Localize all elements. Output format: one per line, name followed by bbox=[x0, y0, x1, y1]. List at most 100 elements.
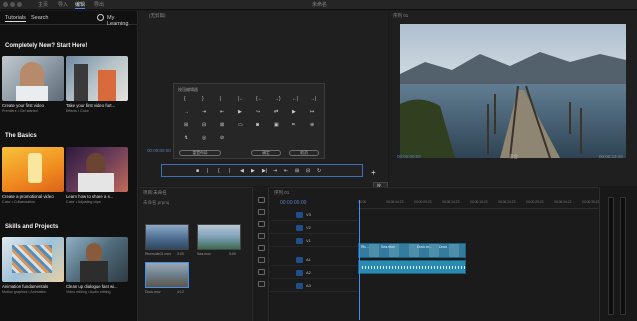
resolution-dropdown[interactable]: 1/2 bbox=[553, 154, 559, 159]
transport-control-icon[interactable]: ⊞ bbox=[295, 168, 299, 174]
track-target-toggle[interactable] bbox=[296, 257, 303, 263]
transport-control-icon[interactable]: ▶ bbox=[251, 168, 255, 174]
ok-button[interactable]: 确定 bbox=[251, 150, 281, 156]
clip-title: Riv... bbox=[361, 245, 369, 249]
track-target-toggle[interactable] bbox=[296, 238, 303, 244]
editor-button-icon[interactable]: ⇤ bbox=[220, 109, 224, 115]
tutorial-card[interactable]: Take your first video furt... Effects • … bbox=[66, 56, 128, 113]
track-target-toggle[interactable] bbox=[296, 270, 303, 276]
editor-button-icon[interactable]: ←| bbox=[292, 96, 298, 102]
cancel-button[interactable]: 取消 bbox=[289, 150, 319, 156]
editor-button-icon[interactable]: ⊟ bbox=[202, 122, 206, 128]
editor-button-icon[interactable]: ▶ bbox=[238, 109, 242, 115]
editor-button-icon[interactable]: →} bbox=[274, 96, 281, 102]
transport-control-icon[interactable]: ⇤ bbox=[284, 168, 288, 174]
track-select-tool-icon[interactable] bbox=[258, 209, 265, 215]
zoom-window-icon[interactable] bbox=[17, 2, 22, 7]
editor-button-icon[interactable]: ⇥ bbox=[202, 109, 206, 115]
razor-tool-icon[interactable] bbox=[258, 233, 265, 239]
editor-button-icon[interactable]: | bbox=[220, 96, 221, 102]
track-target-toggle[interactable] bbox=[296, 225, 303, 231]
timeline-timecode: 00:00:00:00 bbox=[280, 200, 307, 206]
learn-panel: Tutorials Search My Learning Completely … bbox=[0, 11, 138, 321]
transport-control-icon[interactable]: ▶| bbox=[262, 168, 267, 174]
video-clip-row[interactable]: Riv... Sea.mov Dock.m... Dock bbox=[358, 243, 466, 258]
tutorial-card[interactable]: Create a promotional video Color • Colla… bbox=[2, 147, 64, 204]
program-monitor-title: 序列 01 bbox=[393, 13, 409, 18]
track-header[interactable]: A3 bbox=[270, 281, 358, 292]
transport-control-icon[interactable]: ◀ bbox=[240, 168, 244, 174]
transport-control-icon[interactable]: ■ bbox=[196, 168, 199, 174]
title-bar: 主页 导入 编辑 导出 未命名 bbox=[0, 0, 637, 10]
media-clip[interactable] bbox=[145, 224, 189, 250]
pen-tool-icon[interactable] bbox=[258, 257, 265, 263]
editor-button-icon[interactable]: ▶ bbox=[292, 109, 296, 115]
editor-button-icon[interactable]: ⊕ bbox=[310, 122, 314, 128]
fit-dropdown[interactable]: 适合 bbox=[509, 154, 518, 160]
editor-button-icon[interactable]: { bbox=[184, 96, 186, 102]
ruler-tick: 00:00:39:22 bbox=[582, 200, 600, 204]
editor-button-icon[interactable]: → bbox=[184, 109, 189, 115]
track-header[interactable]: V3 bbox=[270, 210, 358, 221]
editor-button-icon[interactable]: ▭ bbox=[238, 122, 243, 128]
tutorial-card[interactable]: Learn how to share a s... Color • Adjust… bbox=[66, 147, 128, 204]
editor-button-icon[interactable]: ◙ bbox=[256, 122, 259, 128]
editor-button-icon[interactable]: ▣ bbox=[274, 122, 279, 128]
editor-button-icon[interactable]: ⊠ bbox=[220, 122, 224, 128]
tab-tutorials[interactable]: Tutorials bbox=[5, 15, 26, 22]
media-clip[interactable] bbox=[197, 224, 241, 250]
transport-control-icon[interactable]: ⊟ bbox=[306, 168, 310, 174]
editor-button-icon[interactable]: →| bbox=[310, 96, 316, 102]
slip-tool-icon[interactable] bbox=[258, 245, 265, 251]
editor-button-icon[interactable]: ↯ bbox=[184, 135, 188, 141]
editor-button-icon[interactable]: ↦ bbox=[310, 109, 314, 115]
transport-control-icon[interactable]: | bbox=[207, 168, 208, 174]
transport-control-icon[interactable]: { bbox=[218, 168, 220, 174]
editor-button-icon[interactable]: {← bbox=[256, 96, 263, 102]
editor-button-icon[interactable]: ↪ bbox=[256, 109, 260, 115]
transport-control-icon[interactable]: ↻ bbox=[317, 168, 321, 174]
my-learning-link[interactable]: My Learning bbox=[107, 15, 137, 27]
ripple-edit-tool-icon[interactable] bbox=[258, 221, 265, 227]
editor-button-icon[interactable]: ⊘ bbox=[220, 135, 224, 141]
reset-layout-button[interactable]: 重置布局 bbox=[179, 150, 221, 156]
track-target-toggle[interactable] bbox=[296, 283, 303, 289]
tab-search[interactable]: Search bbox=[31, 15, 48, 21]
ruler-tick: 00:00:24:23 bbox=[498, 200, 516, 204]
tutorial-card[interactable]: Create your first video Premiere • Get s… bbox=[2, 56, 64, 113]
media-clip[interactable] bbox=[145, 262, 189, 288]
editor-button-icon[interactable]: ◎ bbox=[202, 135, 206, 141]
transport-control-icon[interactable]: | bbox=[229, 168, 230, 174]
program-timecode-left: 00:00:00:00 bbox=[397, 154, 421, 159]
tutorial-title: Learn how to share a s... bbox=[66, 194, 114, 199]
nav-import[interactable]: 导入 bbox=[58, 1, 68, 8]
editor-button-icon[interactable]: ⌗ bbox=[292, 122, 295, 128]
nav-home[interactable]: 主页 bbox=[38, 1, 48, 8]
clip-title: Sea.mov bbox=[381, 245, 395, 249]
tutorial-card[interactable]: Clean up dialogue fast wi... Video editi… bbox=[66, 237, 128, 294]
editor-button-icon[interactable]: } bbox=[202, 96, 204, 102]
track-header[interactable]: A2 bbox=[270, 268, 358, 279]
tutorial-tags: Color • Adjusting clips bbox=[66, 200, 101, 204]
editor-button-icon[interactable]: ⇄ bbox=[274, 109, 278, 115]
close-window-icon[interactable] bbox=[3, 2, 8, 7]
add-button-icon[interactable]: + bbox=[371, 168, 376, 177]
transport-control-icon[interactable]: ⇥ bbox=[273, 168, 277, 174]
type-tool-icon[interactable] bbox=[258, 281, 265, 287]
playhead[interactable] bbox=[359, 200, 360, 320]
minimize-window-icon[interactable] bbox=[10, 2, 15, 7]
project-title: 项目:未命名 bbox=[143, 190, 167, 195]
hand-tool-icon[interactable] bbox=[258, 269, 265, 275]
track-header[interactable]: V2 bbox=[270, 223, 358, 234]
tutorial-card[interactable]: Animation fundamentals Motion graphics •… bbox=[2, 237, 64, 294]
editor-button-icon[interactable]: ⊞ bbox=[184, 122, 188, 128]
nav-edit[interactable]: 编辑 bbox=[75, 1, 86, 9]
nav-export[interactable]: 导出 bbox=[94, 1, 104, 8]
dock-frame bbox=[400, 24, 626, 158]
editor-button-icon[interactable]: |← bbox=[238, 96, 244, 102]
selection-tool-icon[interactable] bbox=[258, 197, 265, 203]
audio-clip-row[interactable] bbox=[358, 260, 466, 274]
track-header[interactable]: A1 bbox=[270, 255, 358, 266]
track-header[interactable]: V1 bbox=[270, 236, 358, 247]
track-target-toggle[interactable] bbox=[296, 212, 303, 218]
